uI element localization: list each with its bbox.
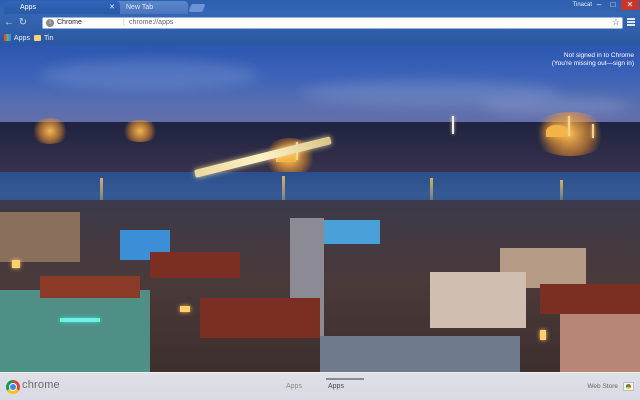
minaret [592, 124, 594, 138]
bookmarks-bar: Apps Tin [0, 32, 640, 45]
signin-line-1: Not signed in to Chrome [563, 52, 634, 59]
wallpaper-background [0, 0, 640, 400]
app-launcher-bar: chrome Apps Apps Web Store [0, 372, 640, 400]
url-host: Chrome [57, 19, 82, 26]
chrome-logo-icon [6, 380, 20, 394]
back-arrow-icon[interactable]: ← [3, 17, 15, 29]
tab-strip: New Tab Apps ✕ Tinacat – □ ✕ [0, 0, 640, 14]
signin-line-2: (You're missing out—sign in) [551, 60, 634, 67]
bookmark-tin[interactable]: Tin [34, 33, 53, 44]
close-tab-icon[interactable]: ✕ [109, 1, 115, 14]
mosque-glow [530, 112, 610, 156]
bookmark-label: Tin [44, 35, 54, 42]
url-path: chrome://apps [129, 19, 174, 26]
minimize-button[interactable]: – [592, 0, 606, 10]
close-window-button[interactable]: ✕ [621, 0, 639, 10]
new-tab-button[interactable] [188, 4, 206, 12]
dome [546, 125, 568, 137]
web-store-icon[interactable] [623, 382, 634, 391]
minaret [568, 116, 570, 136]
menu-icon[interactable] [627, 17, 637, 28]
apps-grid-icon [4, 34, 11, 41]
mosque-glow [30, 118, 70, 144]
page-info-icon[interactable]: i [46, 19, 54, 27]
maximize-button[interactable]: □ [606, 0, 620, 10]
signin-notice[interactable]: Not signed in to Chrome (You're missing … [552, 52, 634, 68]
folder-icon [34, 35, 41, 41]
tower [452, 116, 454, 134]
toolbar: ← ↻ i Chrome | chrome://apps ☆ [0, 14, 640, 32]
active-page-indicator [326, 378, 364, 380]
reload-icon[interactable]: ↻ [17, 17, 29, 29]
profile-name[interactable]: Tinacat [573, 2, 592, 8]
url-separator: | [123, 19, 125, 26]
address-bar[interactable]: i Chrome | chrome://apps ☆ [42, 17, 623, 29]
apps-page-tab[interactable]: Apps [286, 383, 302, 390]
cloud [40, 60, 260, 90]
tab-label: Apps [20, 4, 36, 11]
mosque-glow [120, 120, 160, 142]
bookmark-star-icon[interactable]: ☆ [612, 17, 620, 28]
web-store-link[interactable]: Web Store [587, 383, 618, 390]
apps-page-tab-active[interactable]: Apps [328, 383, 344, 390]
tab-apps[interactable]: Apps ✕ [4, 1, 120, 14]
chrome-brand: chrome [22, 379, 60, 391]
bookmark-apps[interactable]: Apps [4, 33, 30, 44]
bookmark-label: Apps [14, 35, 30, 42]
